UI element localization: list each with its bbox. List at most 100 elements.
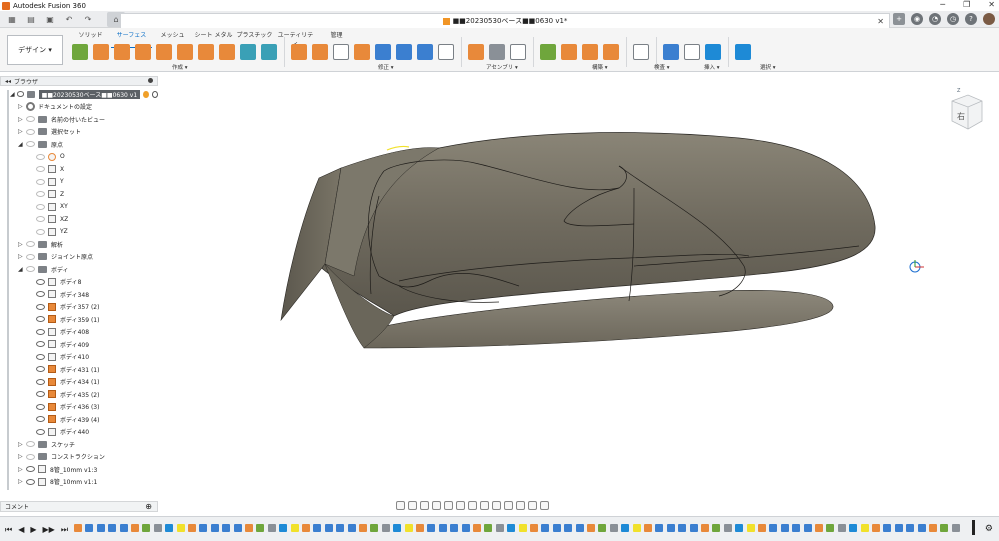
- browser-item[interactable]: ボディ348: [0, 288, 158, 301]
- timeline-feature-icon[interactable]: [85, 524, 94, 532]
- timeline-feature-icon[interactable]: [929, 524, 937, 532]
- timeline-feature-icon[interactable]: [518, 524, 527, 532]
- browser-item[interactable]: ボディ436 (3): [0, 401, 158, 414]
- timeline-feature-icon[interactable]: [96, 524, 105, 532]
- save-icon[interactable]: ▣: [43, 13, 57, 26]
- timeline-feature-icon[interactable]: [564, 524, 573, 532]
- display-mode-2-icon[interactable]: [504, 500, 513, 510]
- patch-icon[interactable]: [177, 44, 193, 60]
- timeline-feature-icon[interactable]: [792, 524, 801, 532]
- visibility-eye-icon[interactable]: [36, 153, 45, 160]
- browser-toggle-icon[interactable]: [148, 78, 153, 83]
- timeline-feature-icon[interactable]: [701, 524, 709, 532]
- measure-icon[interactable]: [633, 44, 649, 60]
- timeline-feature-icon[interactable]: [347, 524, 356, 532]
- timeline-marker[interactable]: [972, 520, 975, 535]
- canvas-viewport[interactable]: [159, 76, 999, 514]
- timeline-feature-icon[interactable]: [222, 524, 231, 532]
- undo-icon[interactable]: ↶: [62, 13, 76, 26]
- timeline-feature-icon[interactable]: [233, 524, 242, 532]
- timeline-feature-icon[interactable]: [359, 524, 367, 532]
- close-document-icon[interactable]: ✕: [877, 17, 884, 26]
- sweep-icon[interactable]: [135, 44, 151, 60]
- ruled-icon[interactable]: [198, 44, 214, 60]
- browser-item[interactable]: XZ: [0, 213, 158, 226]
- maximize-button[interactable]: ❐: [963, 0, 970, 9]
- timeline-feature-icon[interactable]: [758, 524, 766, 532]
- visibility-eye-icon[interactable]: [36, 303, 45, 310]
- timeline-feature-icon[interactable]: [575, 524, 584, 532]
- new-component-icon[interactable]: [468, 44, 484, 60]
- timeline-feature-icon[interactable]: [484, 524, 493, 532]
- orbit-icon[interactable]: [396, 500, 405, 510]
- untrim-icon[interactable]: [312, 44, 328, 60]
- timeline-feature-icon[interactable]: [427, 524, 436, 532]
- timeline-feature-icon[interactable]: [461, 524, 470, 532]
- timeline-feature-icon[interactable]: [507, 524, 516, 532]
- visibility-eye-icon[interactable]: [36, 203, 45, 210]
- extend-icon[interactable]: [354, 44, 370, 60]
- minimize-button[interactable]: ─: [940, 0, 945, 9]
- view-cube[interactable]: Z 右: [948, 87, 988, 137]
- browser-item[interactable]: ボディ357 (2): [0, 301, 158, 314]
- timeline-feature-icon[interactable]: [769, 524, 778, 532]
- collapse-icon[interactable]: ◢: [18, 266, 26, 273]
- visibility-eye-icon[interactable]: [16, 91, 25, 98]
- timeline-feature-icon[interactable]: [860, 524, 869, 532]
- close-window-button[interactable]: ✕: [988, 0, 995, 9]
- browser-item[interactable]: ボディ440: [0, 426, 158, 439]
- timeline-feature-icon[interactable]: [302, 524, 310, 532]
- timeline-feature-icon[interactable]: [883, 524, 892, 532]
- create-sketch-icon[interactable]: [72, 44, 88, 60]
- timeline-feature-icon[interactable]: [245, 524, 253, 532]
- browser-item[interactable]: ボディ434 (1): [0, 376, 158, 389]
- midplane-icon[interactable]: [603, 44, 619, 60]
- visibility-eye-icon[interactable]: [36, 316, 45, 323]
- joint-icon[interactable]: [489, 44, 505, 60]
- revolve-icon[interactable]: [114, 44, 130, 60]
- add-comment-icon[interactable]: ⊕: [145, 502, 152, 511]
- expand-icon[interactable]: ▷: [18, 453, 26, 460]
- browser-item[interactable]: ▷ ドキュメントの設定: [0, 101, 158, 114]
- group-select[interactable]: 選択 ▾: [760, 63, 776, 71]
- timeline-feature-icon[interactable]: [815, 524, 823, 532]
- browser-item[interactable]: YZ: [0, 226, 158, 239]
- timeline-feature-icon[interactable]: [188, 524, 196, 532]
- trim-icon[interactable]: [291, 44, 307, 60]
- display-settings-icon[interactable]: [456, 500, 465, 510]
- activate-radio-icon[interactable]: [151, 90, 158, 98]
- timeline-feature-icon[interactable]: [530, 524, 538, 532]
- fit-icon[interactable]: [444, 500, 453, 510]
- browser-item[interactable]: ▷ ジョイント原点: [0, 251, 158, 264]
- insert-mesh-icon[interactable]: [684, 44, 700, 60]
- timeline-feature-icon[interactable]: [267, 524, 276, 532]
- timeline-previous-button[interactable]: ◀: [18, 525, 24, 535]
- browser-item[interactable]: ボディ408: [0, 326, 158, 339]
- display-mode-5-icon[interactable]: [540, 500, 549, 510]
- pan-icon[interactable]: [420, 500, 429, 510]
- comment-panel[interactable]: コメント ⊕: [0, 501, 158, 512]
- plane-at-angle-icon[interactable]: [561, 44, 577, 60]
- grid-snaps-icon[interactable]: [468, 500, 477, 510]
- timeline-feature-icon[interactable]: [165, 524, 174, 532]
- timeline-feature-icon[interactable]: [666, 524, 675, 532]
- browser-item[interactable]: O: [0, 151, 158, 164]
- visibility-eye-icon[interactable]: [36, 341, 45, 348]
- visibility-eye-icon[interactable]: [26, 141, 35, 148]
- timeline-feature-icon[interactable]: [336, 524, 345, 532]
- timeline-feature-icon[interactable]: [678, 524, 687, 532]
- timeline-feature-icon[interactable]: [74, 524, 82, 532]
- viewports-icon[interactable]: [480, 500, 489, 510]
- new-tab-icon[interactable]: +: [893, 13, 905, 25]
- browser-item[interactable]: ◢ 原点: [0, 138, 158, 151]
- browser-item[interactable]: XY: [0, 201, 158, 214]
- visibility-eye-icon[interactable]: [26, 116, 35, 123]
- timeline-feature-icon[interactable]: [473, 524, 481, 532]
- app-grid-icon[interactable]: ▦: [5, 13, 19, 26]
- display-mode-1-icon[interactable]: [492, 500, 501, 510]
- timeline-feature-icon[interactable]: [438, 524, 447, 532]
- timeline-feature-icon[interactable]: [256, 524, 265, 532]
- browser-item[interactable]: ボディ439 (4): [0, 413, 158, 426]
- timeline-feature-icon[interactable]: [541, 524, 550, 532]
- timeline-feature-icon[interactable]: [279, 524, 288, 532]
